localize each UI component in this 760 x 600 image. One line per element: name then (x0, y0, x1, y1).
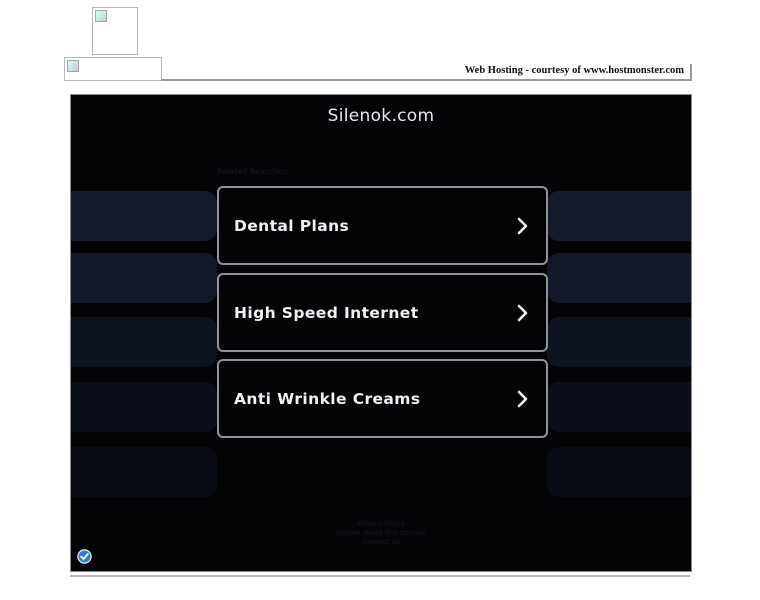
background-bar (547, 191, 691, 241)
search-link-anti-wrinkle-creams[interactable]: Anti Wrinkle Creams (217, 359, 548, 438)
chevron-right-icon (517, 217, 528, 234)
search-link-label: Dental Plans (234, 216, 350, 235)
site-title: Silenok.com (327, 106, 435, 126)
privacy-policy-link[interactable]: Privacy Policy (71, 520, 691, 529)
background-bar (547, 317, 691, 367)
bottom-divider (70, 575, 690, 577)
parked-domain-frame: Silenok.com Related Searches: Dental Pla… (70, 94, 692, 572)
search-link-high-speed-internet[interactable]: High Speed Internet (217, 273, 548, 352)
related-searches-label: Related Searches: (217, 167, 290, 176)
background-bar (547, 253, 691, 303)
chevron-right-icon (517, 304, 528, 321)
search-link-dental-plans[interactable]: Dental Plans (217, 186, 548, 265)
footer-links: Privacy Policy Inquire about this domain… (71, 520, 691, 547)
search-link-label: High Speed Internet (234, 303, 419, 322)
header-image-small (92, 7, 138, 55)
background-bar (547, 382, 691, 432)
chevron-right-icon (517, 390, 528, 407)
hosting-credit-link[interactable]: Web Hosting - courtesy of www.hostmonste… (465, 65, 684, 76)
background-bar (71, 382, 217, 432)
privacy-checkmark-icon[interactable] (77, 549, 92, 564)
hosting-bar: Web Hosting - courtesy of www.hostmonste… (161, 64, 692, 81)
background-bar (71, 317, 217, 367)
header-banner-image[interactable] (64, 57, 162, 81)
search-link-label: Anti Wrinkle Creams (234, 389, 421, 408)
background-bar (71, 253, 217, 303)
background-bar (547, 447, 691, 497)
contact-link[interactable]: Contact us (71, 538, 691, 547)
background-bar (71, 447, 217, 497)
background-bar (71, 191, 217, 241)
inquire-domain-link[interactable]: Inquire about this domain (71, 529, 691, 538)
